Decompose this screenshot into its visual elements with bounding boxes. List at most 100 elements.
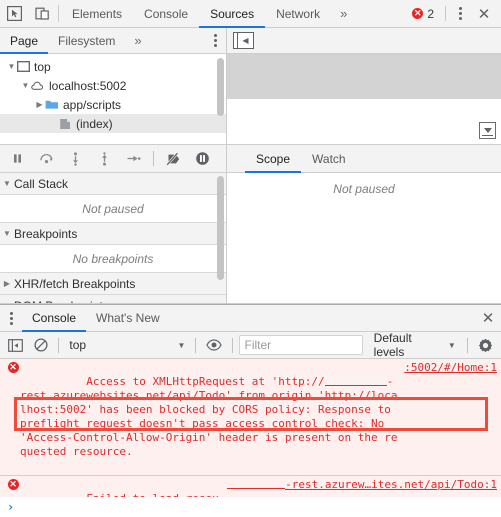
tree-item-app-scripts[interactable]: ▶ app/scripts — [0, 95, 226, 114]
console-message-text: Access to XMLHttpRequest at 'http://-res… — [20, 361, 398, 473]
debugger-sidebar: ▼ Call Stack Not paused ▼ Breakpoints No… — [0, 145, 227, 303]
console-settings-gear-icon[interactable] — [474, 334, 497, 356]
console-log-levels-label: Default levels — [373, 331, 412, 359]
nav-tab-page[interactable]: Page — [0, 28, 49, 54]
close-drawer-glyph: ✕ — [481, 310, 495, 327]
scope-tabbar: Scope Watch — [227, 145, 501, 173]
tree-item-top[interactable]: ▼ top — [0, 57, 226, 76]
twisty-icon[interactable]: ▼ — [0, 229, 14, 238]
close-icon-glyph: ✕ — [477, 5, 491, 23]
editor-placeholder — [227, 54, 501, 99]
cloud-icon — [31, 80, 45, 91]
nav-tab-overflow-icon[interactable]: » — [125, 28, 150, 53]
tab-overflow-icon[interactable]: » — [331, 0, 356, 27]
navigator-more-options-icon[interactable] — [204, 28, 226, 53]
live-expression-icon[interactable] — [202, 334, 225, 356]
jump-to-bottom-icon[interactable] — [479, 122, 496, 139]
section-xhr-fetch-breakpoints[interactable]: ▶ XHR/fetch Breakpoints — [0, 273, 226, 295]
twisty-icon[interactable]: ▼ — [20, 81, 31, 90]
twisty-icon[interactable]: ▶ — [0, 301, 14, 303]
console-message-error-failed-load[interactable]: ✕ Failed to load resource: net::ERR_FAIL… — [0, 476, 501, 497]
console-context-selector[interactable]: top ▼ — [65, 335, 189, 355]
triangle-down-glyph — [483, 127, 492, 133]
call-stack-empty-text: Not paused — [0, 195, 226, 223]
tab-console[interactable]: Console — [133, 0, 199, 27]
toolbar-right-group: ✕ 2 ✕ — [404, 0, 501, 27]
step-over-button[interactable] — [33, 146, 60, 171]
debugger-sections: ▼ Call Stack Not paused ▼ Breakpoints No… — [0, 173, 226, 303]
tab-sources[interactable]: Sources — [199, 0, 266, 28]
file-tree: ▼ top ▼ localhost:5002 ▶ app/scripts (in… — [0, 54, 226, 144]
document-icon — [59, 118, 72, 130]
close-devtools-icon[interactable]: ✕ — [471, 5, 497, 23]
twisty-icon[interactable]: ▼ — [0, 179, 14, 188]
console-context-label: top — [69, 338, 87, 352]
step-into-button[interactable] — [62, 146, 89, 171]
tree-item-index[interactable]: (index) — [0, 114, 226, 133]
twisty-icon[interactable]: ▼ — [6, 62, 17, 71]
console-message-source-link[interactable]: -rest.azurew…ites.net/api/Todo:1 — [227, 478, 497, 492]
sources-upper-row: Page Filesystem » ▼ top ▼ localhost:5002… — [0, 28, 501, 144]
tab-sources-label: Sources — [210, 6, 255, 21]
close-drawer-icon[interactable]: ✕ — [475, 305, 501, 331]
navigator-scrollbar[interactable] — [217, 58, 224, 116]
error-icon-glyph: ✕ — [7, 479, 19, 490]
tree-item-top-label: top — [34, 59, 51, 74]
main-tabbar: Elements Console Sources Network » ✕ 2 ✕ — [0, 0, 501, 28]
folder-icon — [45, 99, 59, 110]
tab-network[interactable]: Network — [265, 0, 331, 27]
twisty-icon[interactable]: ▶ — [0, 279, 14, 288]
tab-watch[interactable]: Watch — [301, 145, 357, 172]
console-log-levels-selector[interactable]: Default levels ▼ — [369, 331, 461, 359]
inspect-element-icon[interactable] — [0, 0, 28, 27]
step-out-button[interactable] — [91, 146, 118, 171]
deactivate-breakpoints-button[interactable] — [160, 146, 187, 171]
tab-scope[interactable]: Scope — [245, 145, 302, 173]
step-button[interactable] — [120, 146, 147, 171]
tab-watch-label: Watch — [312, 151, 346, 166]
section-call-stack[interactable]: ▼ Call Stack — [0, 173, 226, 195]
redacted-host-block — [227, 478, 286, 489]
console-filter-input[interactable]: Filter — [238, 335, 363, 355]
twisty-icon[interactable]: ▶ — [34, 100, 45, 109]
chevron-down-icon: ▼ — [177, 340, 186, 350]
tree-item-localhost[interactable]: ▼ localhost:5002 — [0, 76, 226, 95]
error-count-label: 2 — [427, 6, 434, 21]
toolbar-divider-right — [445, 6, 446, 21]
drawer-more-options-icon[interactable] — [0, 305, 22, 331]
source-link-label: -rest.azurew…ites.net/api/Todo:1 — [285, 478, 497, 491]
tab-elements[interactable]: Elements — [61, 0, 133, 27]
error-count-badge[interactable]: ✕ 2 — [404, 7, 442, 21]
redacted-host-block — [324, 375, 387, 386]
console-message-error-cors[interactable]: ✕ Access to XMLHttpRequest at 'http://-r… — [0, 359, 501, 476]
console-sidebar-toggle-icon[interactable] — [4, 334, 27, 356]
drawer-tab-console[interactable]: Console — [22, 305, 87, 332]
device-toolbar-icon[interactable] — [28, 0, 56, 27]
drawer-tab-whats-new[interactable]: What's New — [86, 305, 170, 331]
show-navigator-icon[interactable]: ◀ — [233, 32, 254, 49]
chevron-down-icon: ▼ — [447, 340, 456, 350]
nav-tab-filesystem[interactable]: Filesystem — [48, 28, 125, 53]
console-message-source-link[interactable]: :5002/#/Home:1 — [404, 361, 497, 375]
debugger-toolbar — [0, 145, 226, 173]
editor-body[interactable] — [227, 54, 501, 144]
section-breakpoints[interactable]: ▼ Breakpoints — [0, 223, 226, 245]
error-icon-glyph: ✕ — [7, 362, 19, 373]
drawer-tab-whats-new-label: What's New — [96, 311, 160, 325]
console-prompt[interactable]: › — [0, 497, 501, 517]
pause-on-exceptions-button[interactable] — [189, 146, 216, 171]
debugger-toolbar-divider — [153, 151, 154, 166]
section-dom-breakpoints[interactable]: ▶ DOM Breakpoints — [0, 295, 226, 303]
navigator-tabbar: Page Filesystem » — [0, 28, 226, 54]
drawer-tab-console-label: Console — [32, 311, 77, 325]
frame-icon — [17, 61, 30, 72]
clear-console-icon[interactable] — [29, 334, 52, 356]
section-xhr-fetch-breakpoints-label: XHR/fetch Breakpoints — [14, 276, 136, 291]
scope-empty-text: Not paused — [227, 173, 501, 303]
main-menu-icon[interactable] — [449, 7, 471, 20]
console-message-text: Failed to load resource: net::ERR_FAILED — [20, 478, 221, 497]
console-drawer: Console What's New ✕ top ▼ Filter Defaul… — [0, 304, 501, 517]
debugger-scrollbar[interactable] — [217, 176, 224, 280]
pause-resume-button[interactable] — [4, 146, 31, 171]
console-toolbar-divider-2 — [195, 337, 197, 353]
